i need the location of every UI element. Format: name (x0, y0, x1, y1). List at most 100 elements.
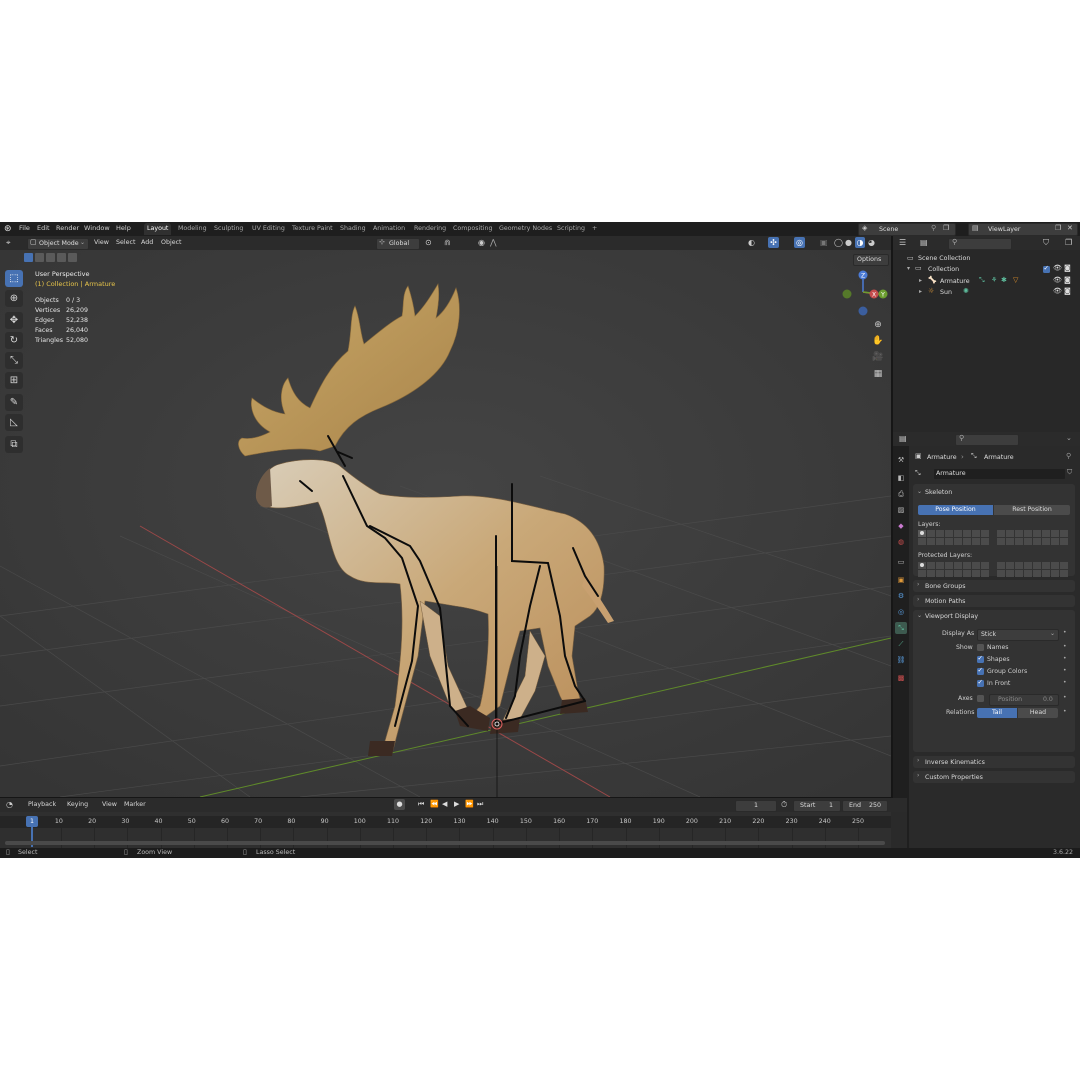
timeline-editor[interactable]: ◔ Playback Keying View Marker ● ⏮ ⏪ ◀ ▶ … (0, 798, 907, 848)
layer-toggle[interactable] (1024, 530, 1032, 537)
wireframe-shading-icon[interactable]: ◯ (834, 238, 843, 247)
view-layer-tab-icon[interactable]: ▨ (895, 504, 907, 516)
tab-uv-editing[interactable]: UV Editing (249, 223, 288, 235)
shapes-checkbox[interactable] (977, 654, 984, 663)
select-mode-buttons[interactable] (24, 253, 78, 263)
filter-icon[interactable]: ⛉ (1043, 238, 1049, 248)
layer-toggle[interactable] (1051, 530, 1059, 537)
layer-toggle[interactable] (1060, 570, 1068, 577)
layer-toggle[interactable] (997, 530, 1005, 537)
panel-collapsed-icon[interactable]: › (917, 757, 919, 764)
bone-tab-icon[interactable]: ⟋ (895, 638, 907, 650)
output-tab-icon[interactable]: ⎙ (895, 488, 907, 500)
collection-label[interactable]: Collection (928, 266, 959, 273)
properties-editor-icon[interactable]: ▤ (899, 434, 907, 443)
menu-file[interactable]: File (19, 224, 30, 232)
menu-view[interactable]: View (94, 239, 109, 246)
light-data-icon[interactable]: ✺ (963, 287, 969, 295)
scene-collection-label[interactable]: Scene Collection (918, 255, 970, 262)
pan-hand-icon[interactable]: ✋ (871, 334, 885, 348)
inverse-kinematics-title[interactable]: Inverse Kinematics (925, 759, 985, 766)
layer-toggle[interactable] (918, 570, 926, 577)
panel-collapsed-icon[interactable]: › (917, 596, 919, 603)
material-shading-icon[interactable]: ◑ (855, 237, 865, 248)
layer-toggle[interactable] (1015, 530, 1023, 537)
layer-toggle[interactable] (997, 570, 1005, 577)
layer-toggle[interactable] (1033, 538, 1041, 545)
layer-toggle[interactable] (1033, 562, 1041, 569)
armature-data-tab-icon[interactable]: ⤡ (895, 622, 907, 634)
layer-toggle[interactable] (1051, 538, 1059, 545)
rest-position-button[interactable]: Rest Position (994, 505, 1070, 515)
menu-object[interactable]: Object (161, 239, 182, 246)
tab-scripting[interactable]: Scripting (554, 223, 588, 235)
in-front-checkbox[interactable] (977, 678, 984, 687)
xray-icon[interactable]: ▣ (820, 238, 828, 247)
pose-icon[interactable]: ⚘ (991, 276, 997, 284)
camera-icon[interactable]: ◙ (1064, 287, 1071, 295)
layer-toggle[interactable] (963, 570, 971, 577)
scale-tool-icon[interactable]: ⤡ (5, 352, 23, 369)
keyframe-dot-icon[interactable]: • (1063, 708, 1067, 715)
menu-select[interactable]: Select (116, 239, 135, 246)
select-new-icon[interactable] (24, 253, 33, 262)
menu-help[interactable]: Help (116, 224, 131, 232)
pivot-icon[interactable]: ⊙ (425, 238, 432, 247)
properties-search-input[interactable]: ⚲ (955, 434, 1019, 446)
tab-shading[interactable]: Shading (337, 223, 369, 235)
layer-toggle[interactable] (1006, 562, 1014, 569)
modifier-tab-icon[interactable]: ⚙ (895, 590, 907, 602)
eye-icon[interactable]: 👁 (1053, 287, 1062, 295)
tab-sculpting[interactable]: Sculpting (211, 223, 246, 235)
layer-toggle[interactable] (945, 538, 953, 545)
layer-toggle[interactable] (1051, 562, 1059, 569)
outliner-editor-icon[interactable]: ☰ (899, 238, 906, 247)
transform-tool-icon[interactable]: ⊞ (5, 372, 23, 389)
outliner-item-armature[interactable]: Armature (940, 278, 970, 285)
collection-tab-icon[interactable]: ▭ (895, 556, 907, 568)
keyframe-dot-icon[interactable]: • (1063, 629, 1067, 636)
snap-icon[interactable]: ⋒ (444, 238, 451, 247)
transform-orientation-dropdown[interactable]: ⊹ Global (376, 238, 420, 250)
layer-toggle[interactable] (927, 530, 935, 537)
pin-icon[interactable]: ⚲ (1066, 452, 1071, 460)
layer-toggle[interactable] (1060, 530, 1068, 537)
motion-paths-title[interactable]: Motion Paths (925, 598, 965, 605)
menu-render[interactable]: Render (56, 224, 79, 232)
select-box-tool-icon[interactable]: ⬚ (5, 270, 23, 287)
rotate-tool-icon[interactable]: ↻ (5, 332, 23, 349)
keyframe-dot-icon[interactable]: • (1063, 679, 1067, 686)
add-cube-tool-icon[interactable]: ⧉ (5, 436, 23, 453)
relations-head-button[interactable]: Head (1018, 708, 1058, 718)
layer-toggle[interactable] (963, 538, 971, 545)
layer-toggle[interactable] (945, 562, 953, 569)
physics-tab-icon[interactable]: ◎ (895, 606, 907, 618)
layer-toggle[interactable] (918, 530, 926, 537)
layer-toggle[interactable] (972, 562, 980, 569)
3d-viewport[interactable] (0, 236, 891, 797)
overlay-toggle-icon[interactable]: ◎ (794, 237, 805, 248)
panel-collapsed-icon[interactable]: › (917, 581, 919, 588)
solid-shading-icon[interactable]: ● (845, 238, 852, 247)
measure-tool-icon[interactable]: ◺ (5, 414, 23, 431)
sun-expand-icon[interactable]: ▸ (919, 288, 922, 295)
layer-toggle[interactable] (954, 562, 962, 569)
layer-toggle[interactable] (997, 538, 1005, 545)
tab-rendering[interactable]: Rendering (411, 223, 449, 235)
layer-toggle[interactable] (945, 570, 953, 577)
tab-texture-paint[interactable]: Texture Paint (289, 223, 336, 235)
eye-icon[interactable]: 👁 (1053, 264, 1062, 272)
timeline-scrollbar[interactable] (5, 841, 885, 845)
layer-toggle[interactable] (1033, 570, 1041, 577)
outliner-item-sun[interactable]: Sun (940, 289, 952, 296)
layer-toggle[interactable] (963, 530, 971, 537)
layer-toggle[interactable] (1060, 562, 1068, 569)
object-tab-icon[interactable]: ▣ (895, 574, 907, 586)
pose-position-button[interactable]: Pose Position (918, 505, 993, 515)
render-tab-icon[interactable]: ◧ (895, 472, 907, 484)
layer-toggle[interactable] (927, 538, 935, 545)
layer-toggle[interactable] (954, 538, 962, 545)
layer-toggle[interactable] (1060, 538, 1068, 545)
layer-toggle[interactable] (936, 530, 944, 537)
scene-tab-icon[interactable]: ◆ (895, 520, 907, 532)
